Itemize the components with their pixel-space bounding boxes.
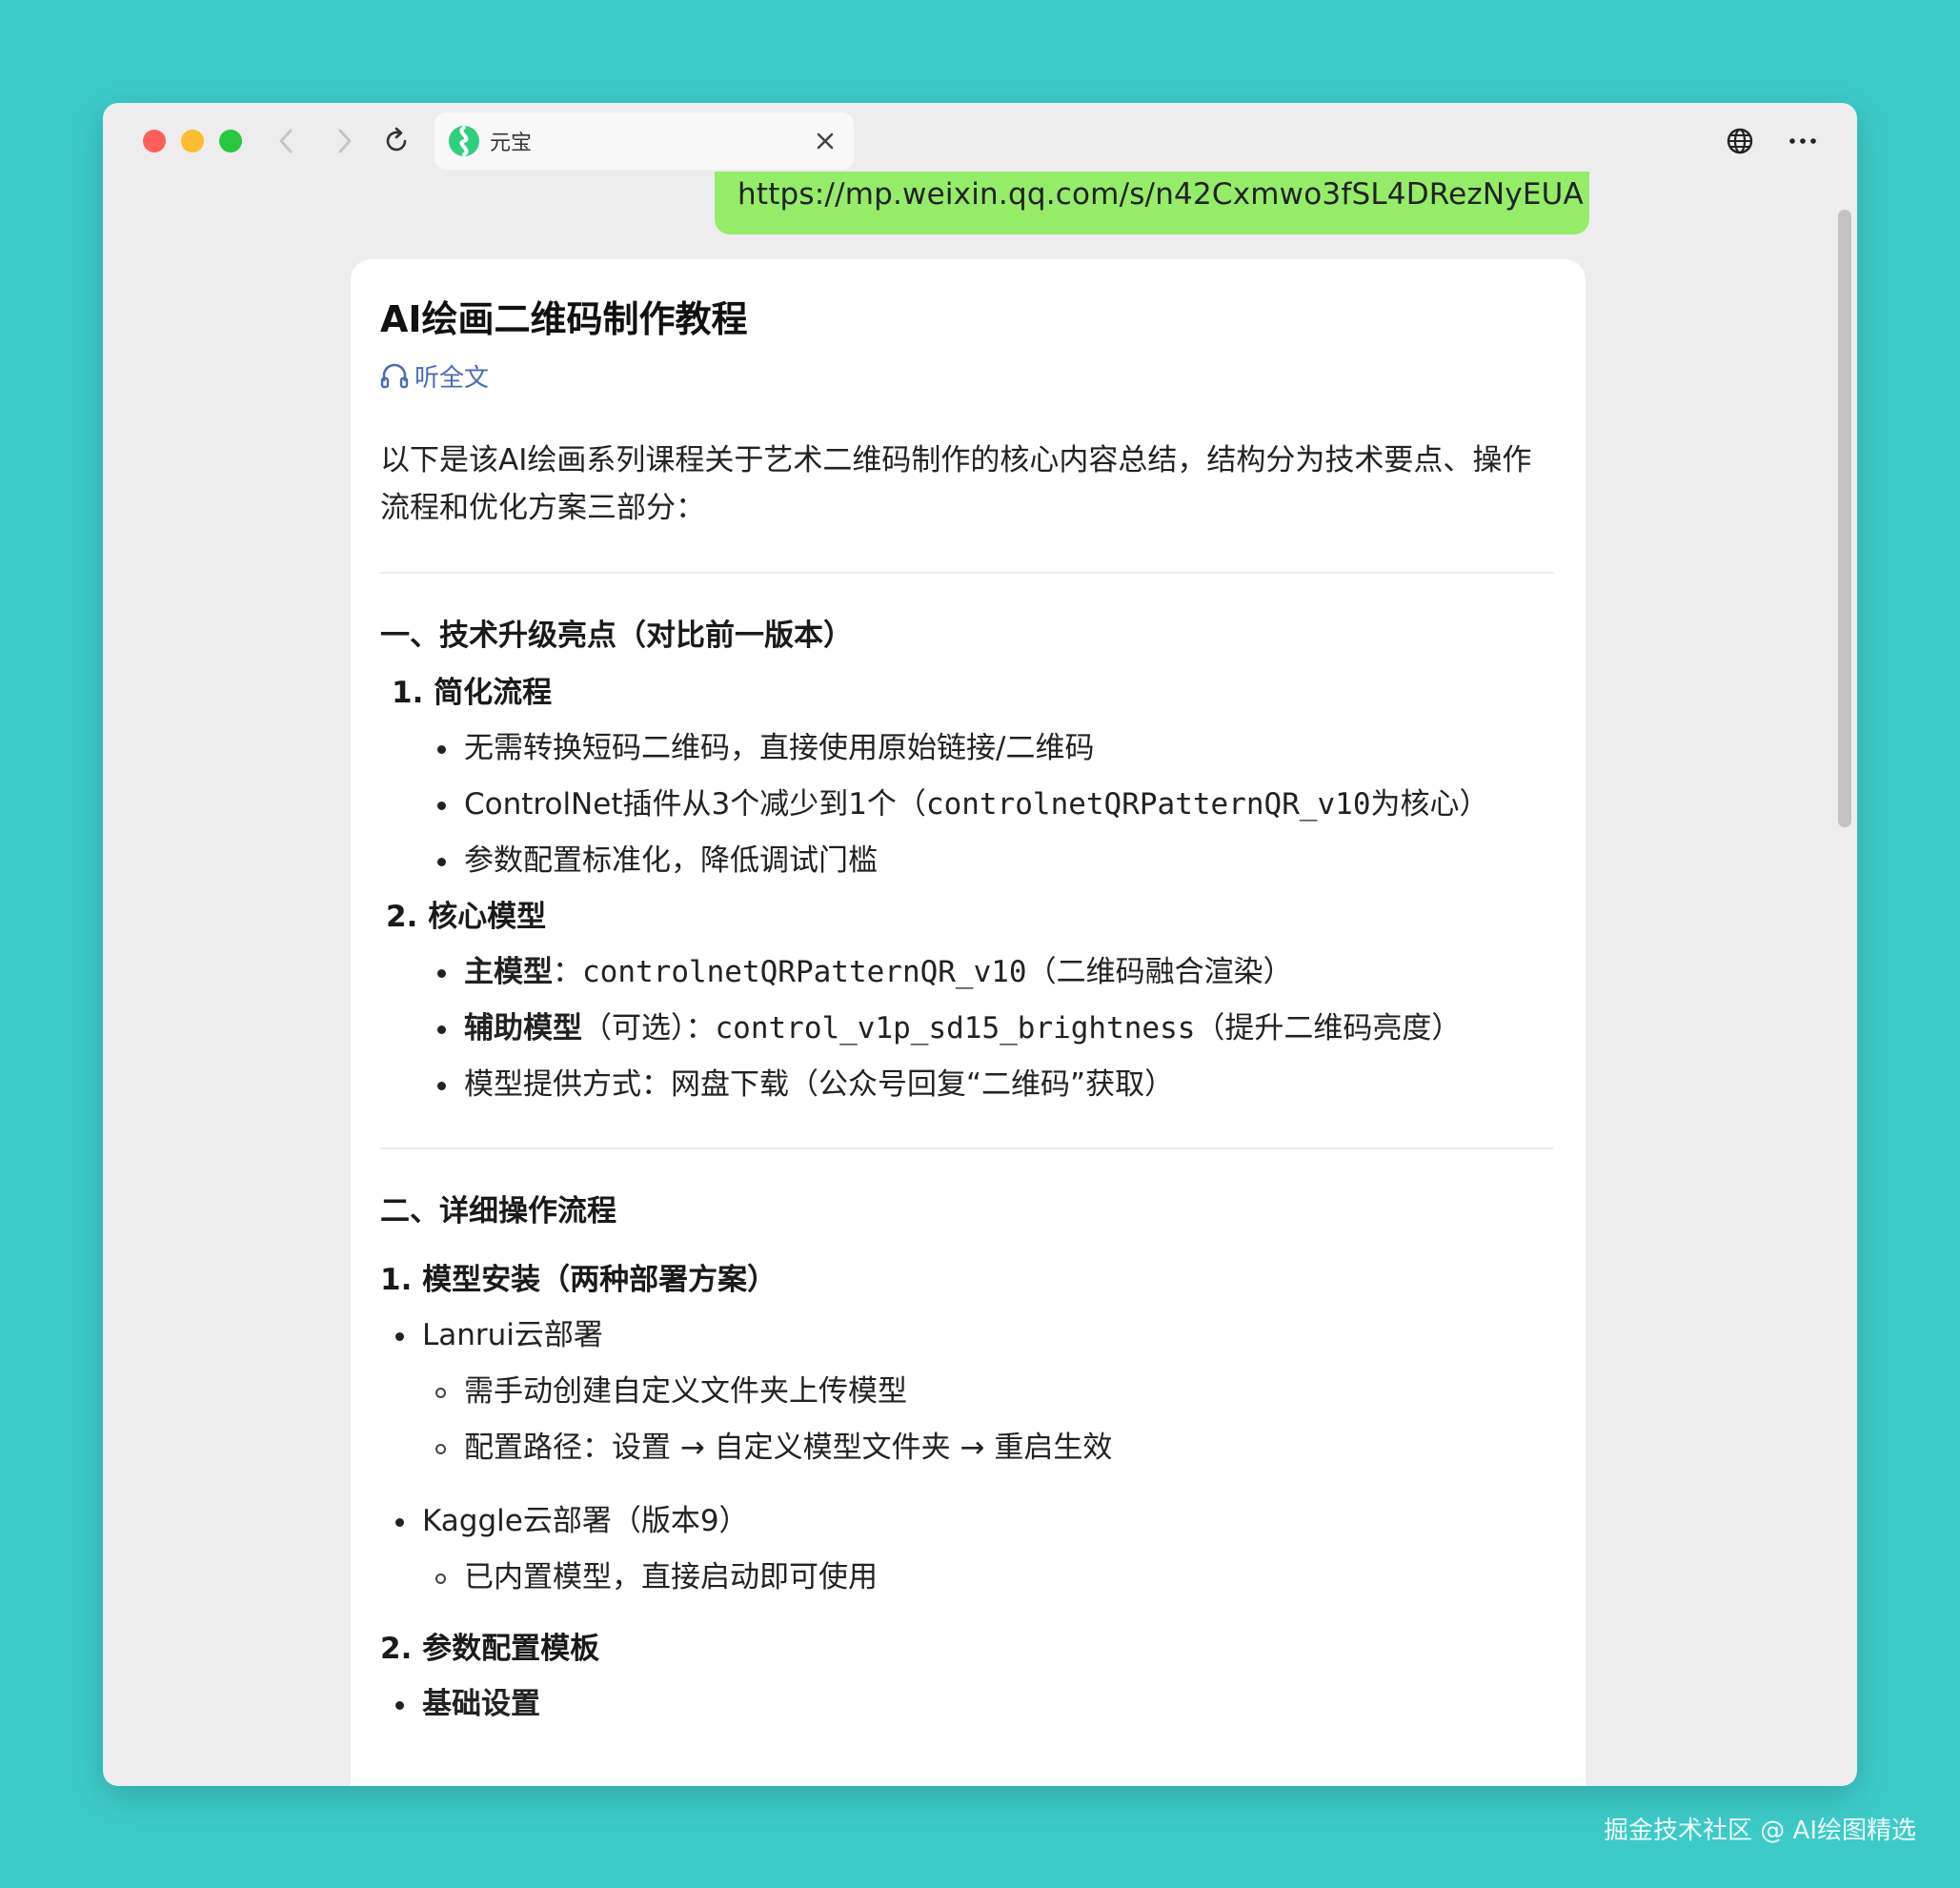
subsection-heading: 1. 简化流程 xyxy=(392,676,553,710)
back-icon[interactable] xyxy=(267,122,305,160)
section-heading: 二、详细操作流程 xyxy=(380,1194,616,1228)
forward-icon[interactable] xyxy=(326,122,364,160)
globe-icon[interactable] xyxy=(1723,124,1757,158)
listen-label: 听全文 xyxy=(414,363,490,393)
list-item: 配置路径：设置 → 自定义模型文件夹 → 重启生效 xyxy=(380,1420,1556,1476)
article-card: AI绘画二维码制作教程 听全文 以下是该AI绘画系列课程关于艺术二维码制作的核心… xyxy=(351,259,1586,1786)
watermark: 掘金技术社区 @ AI绘图精选 xyxy=(1604,1817,1916,1845)
list-item: 需手动创建自定义文件夹上传模型 xyxy=(380,1364,1556,1420)
divider xyxy=(380,1147,1554,1149)
divider xyxy=(380,572,1554,574)
browser-tab[interactable]: 元宝 xyxy=(434,112,854,170)
subsection-heading: 2. 核心模型 xyxy=(386,900,547,934)
listen-full-text-button[interactable]: 听全文 xyxy=(380,356,1556,395)
close-window-button[interactable] xyxy=(143,130,166,152)
subsection-heading: 2. 参数配置模板 xyxy=(380,1632,600,1666)
list-item: 基础设置 xyxy=(380,1676,1556,1733)
minimize-window-button[interactable] xyxy=(181,130,204,152)
list-item: Kaggle云部署（版本9） xyxy=(380,1493,1556,1550)
list-item: Lanrui云部署 xyxy=(380,1308,1556,1364)
list-item: 主模型：controlnetQRPatternQR_v10（二维码融合渲染） xyxy=(380,944,1556,1001)
list-item: 无需转换短码二维码，直接使用原始链接/二维码 xyxy=(380,721,1556,777)
section-heading: 一、技术升级亮点（对比前一版本） xyxy=(380,619,853,653)
tab-title: 元宝 xyxy=(490,132,533,155)
reload-icon[interactable] xyxy=(377,122,415,160)
scrollbar-thumb[interactable] xyxy=(1838,210,1851,827)
yuanbao-logo-icon xyxy=(448,125,480,157)
list-item: 已内置模型，直接启动即可使用 xyxy=(380,1550,1556,1606)
close-tab-icon[interactable] xyxy=(812,128,839,154)
user-message-url[interactable]: https://mp.weixin.qq.com/s/n42Cxmwo3fSL4… xyxy=(715,172,1589,234)
intro-paragraph: 以下是该AI绘画系列课程关于艺术二维码制作的核心内容总结，结构分为技术要点、操作… xyxy=(380,443,1532,525)
headphones-icon xyxy=(380,362,414,389)
list-item: 参数配置标准化，降低调试门槛 xyxy=(380,833,1556,889)
browser-window: 元宝 https://mp.weixin.qq.com/s/n42Cxmwo3f… xyxy=(103,103,1857,1786)
list-item: 模型提供方式：网盘下载（公众号回复“二维码”获取） xyxy=(380,1057,1556,1113)
list-item: 辅助模型（可选）：control_v1p_sd15_brightness（提升二… xyxy=(380,1001,1556,1057)
list-item: ControlNet插件从3个减少到1个（controlnetQRPattern… xyxy=(380,777,1556,833)
title-bar: 元宝 xyxy=(103,103,1857,181)
subsection-heading: 1. 模型安装（两种部署方案） xyxy=(380,1263,778,1297)
maximize-window-button[interactable] xyxy=(219,130,242,152)
more-options-icon[interactable] xyxy=(1786,124,1820,158)
article-title: AI绘画二维码制作教程 xyxy=(380,298,748,340)
